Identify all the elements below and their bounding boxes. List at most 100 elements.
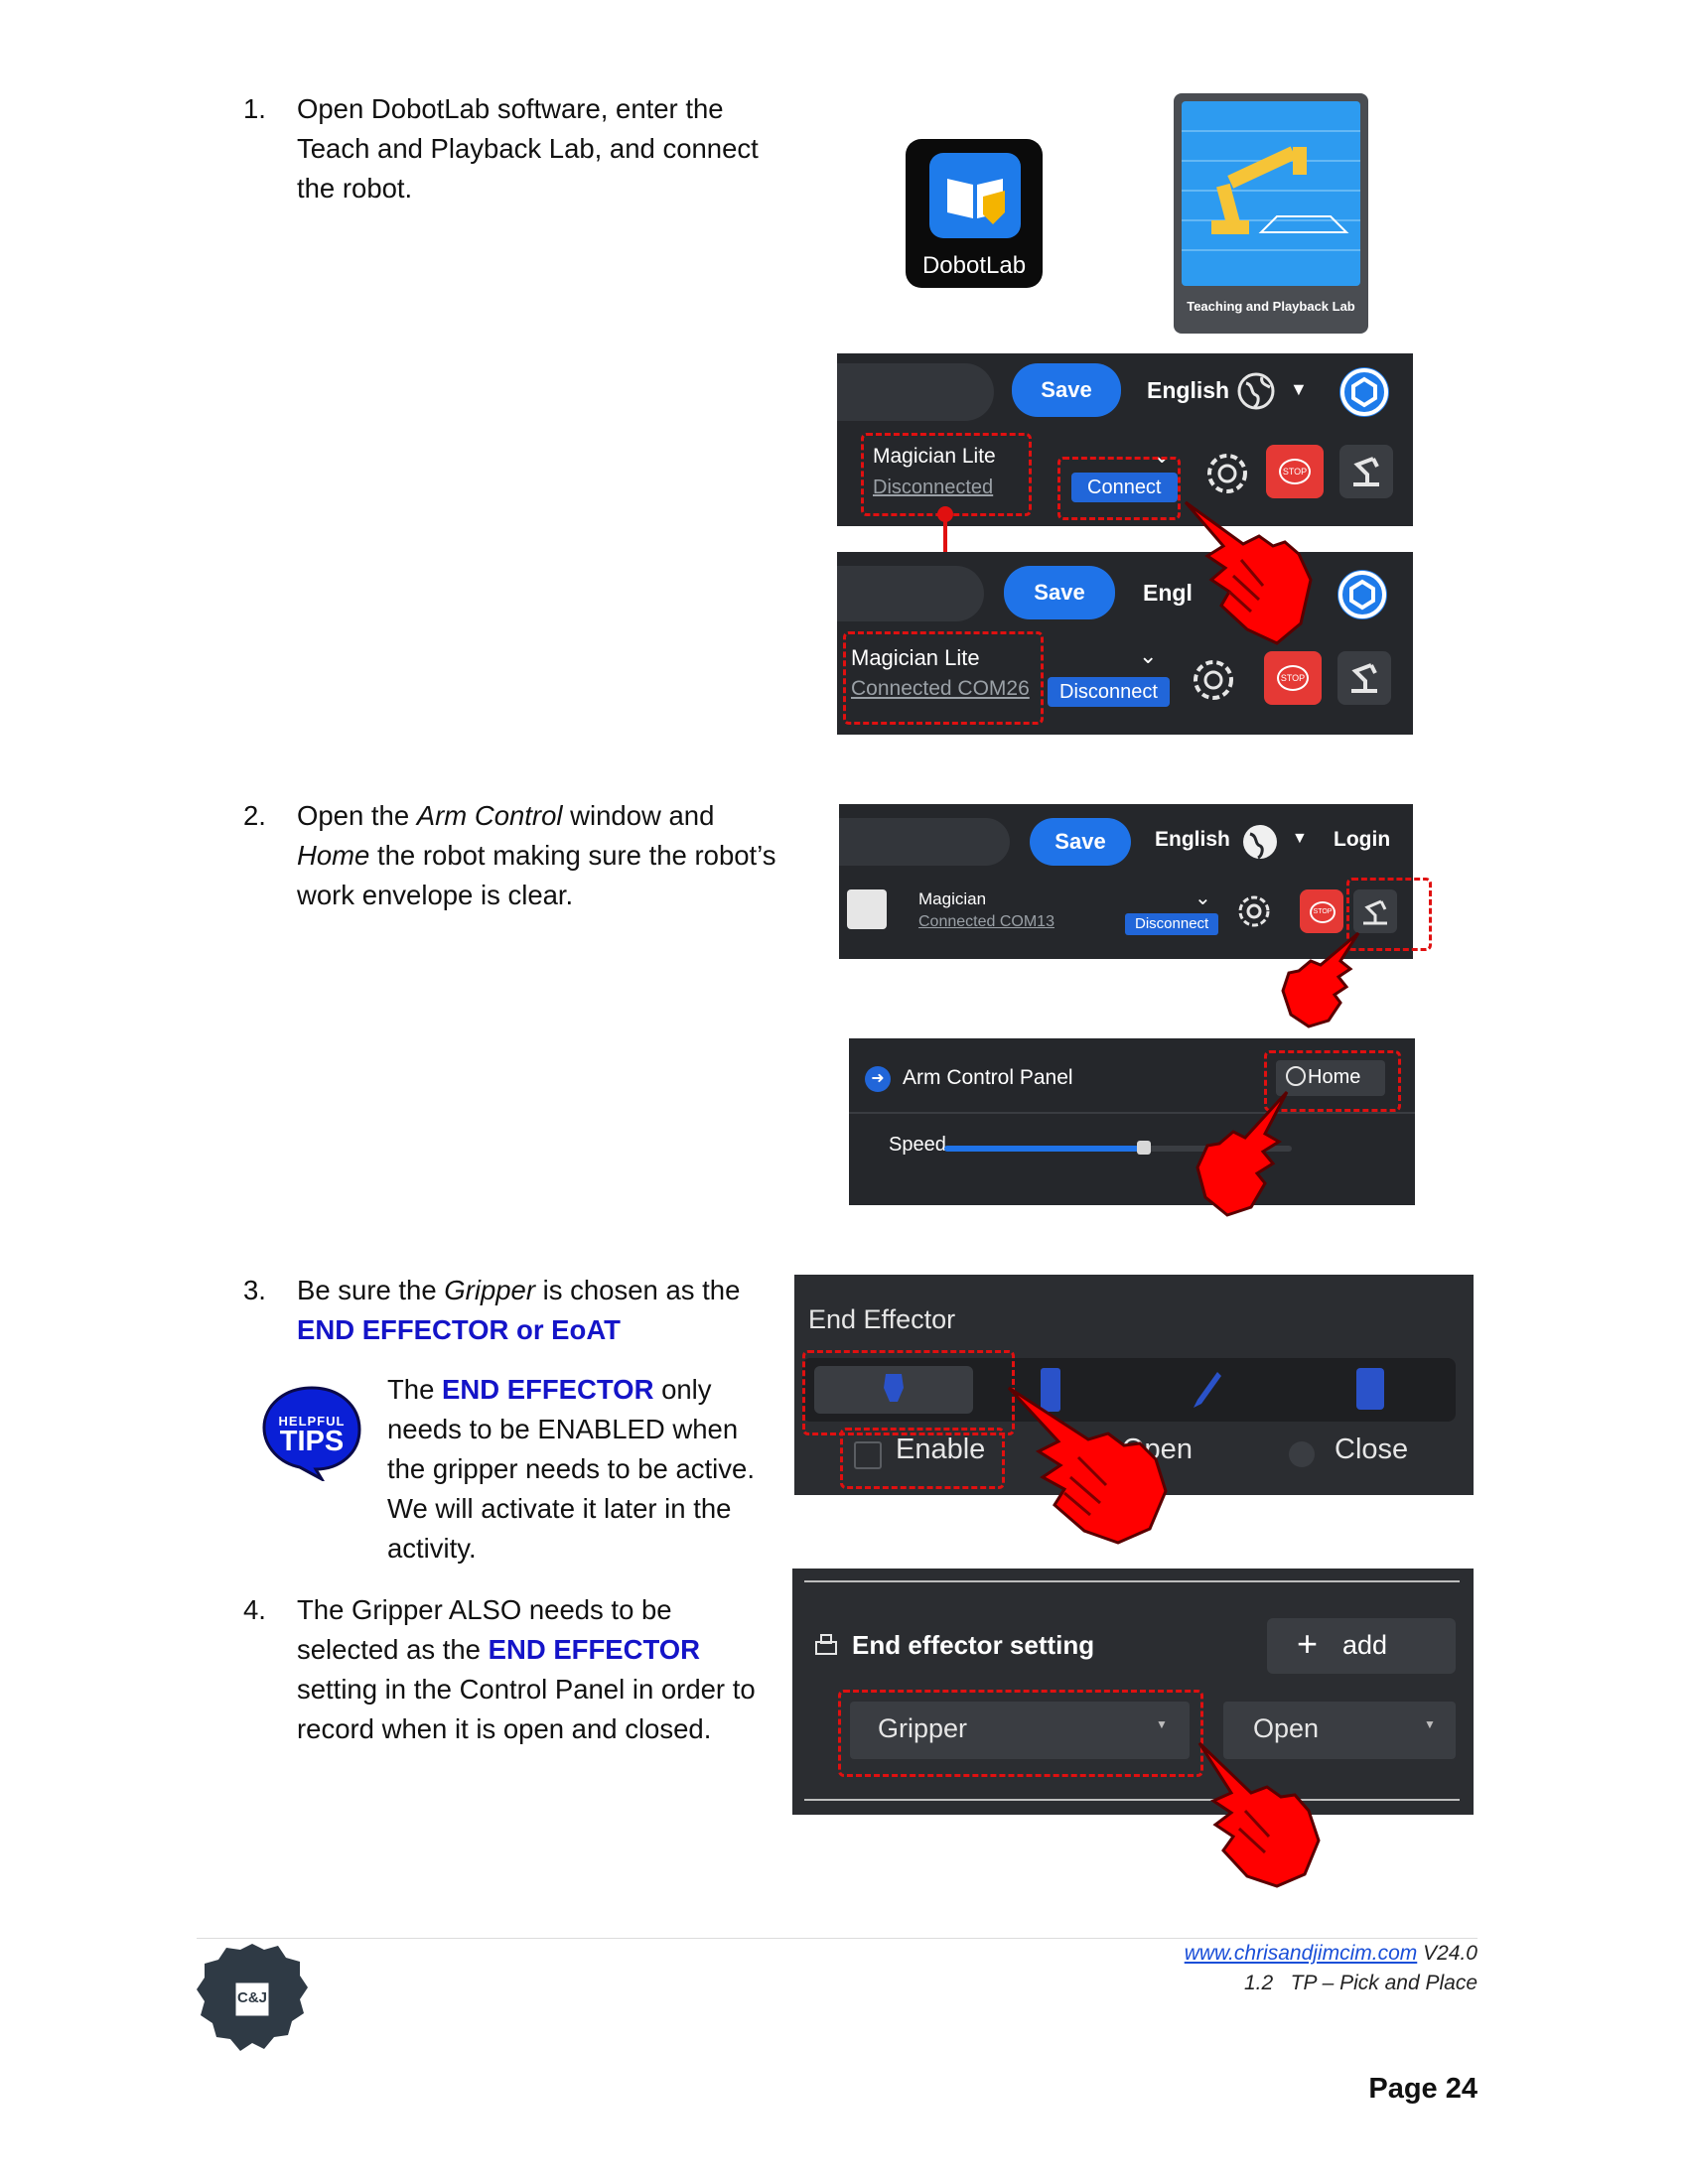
badge-main-text: TIPS xyxy=(279,1426,345,1457)
step-text: Be sure the Gripper is chosen as the END… xyxy=(297,1275,741,1345)
step-text: The Gripper ALSO needs to be selected as… xyxy=(297,1594,756,1744)
pen-tab-icon[interactable] xyxy=(1188,1370,1223,1410)
step-number: 3. xyxy=(243,1275,266,1305)
tool-icon xyxy=(812,1632,840,1660)
caret-down-icon: ▼ xyxy=(1156,1717,1168,1731)
enable-checkbox[interactable] xyxy=(854,1441,882,1469)
chevron-down-icon[interactable]: ▼ xyxy=(1290,379,1308,400)
robot-arm-icon[interactable] xyxy=(1339,445,1393,498)
footer-divider xyxy=(197,1938,1477,1939)
stop-label: STOP xyxy=(1279,459,1311,484)
end-effector-title: End Effector xyxy=(808,1304,956,1334)
settings-gear-icon[interactable] xyxy=(1234,891,1274,931)
step-number: 1. xyxy=(243,93,266,124)
stop-label: STOP xyxy=(1277,665,1309,691)
dobotlab-app-icon[interactable]: DobotLab xyxy=(906,139,1043,288)
settings-gear-icon[interactable] xyxy=(1189,655,1238,705)
connection-status: Connected COM26 xyxy=(851,677,1030,700)
app-icon-label: DobotLab xyxy=(921,252,1027,279)
search-bar[interactable] xyxy=(837,566,984,621)
pointing-hand-icon xyxy=(1196,1739,1323,1888)
home-label: Home xyxy=(1308,1066,1361,1088)
dobot-logo-icon[interactable] xyxy=(1339,367,1389,417)
dobot-logo-icon[interactable] xyxy=(1337,570,1387,619)
book-icon xyxy=(929,153,1021,238)
toolbar-screenshot-connected: Save Engl Magician Lite Connected COM26 … xyxy=(837,552,1413,735)
save-button[interactable]: Save xyxy=(1004,566,1115,619)
end-effector-setting-screenshot: End effector setting + add Gripper ▼ Ope… xyxy=(792,1569,1474,1815)
plus-icon: + xyxy=(1297,1623,1319,1664)
chevron-down-icon[interactable]: ⌄ xyxy=(1139,643,1157,669)
tip-text: The END EFFECTOR only needs to be ENABLE… xyxy=(387,1374,755,1564)
speed-slider-handle[interactable] xyxy=(1137,1141,1151,1155)
emergency-stop-button[interactable]: STOP xyxy=(1264,651,1322,705)
pointing-hand-icon xyxy=(1192,1088,1291,1219)
robot-arm-illustration-icon xyxy=(1182,101,1360,286)
setting-title: End effector setting xyxy=(852,1630,1095,1660)
step-1: 1. Open DobotLab software, enter the Tea… xyxy=(243,89,779,208)
chevron-down-icon[interactable]: ▼ xyxy=(1292,830,1308,848)
arm-control-panel-screenshot: ➜ Arm Control Panel Home Speed xyxy=(849,1038,1415,1205)
connect-button[interactable]: Connect xyxy=(1071,473,1178,502)
tile-label: Teaching and Playback Lab xyxy=(1187,299,1355,314)
robot-thumbnail-icon xyxy=(847,889,887,929)
step-text: Open DobotLab software, enter the Teach … xyxy=(297,93,759,204)
step-3: 3. Be sure the Gripper is chosen as the … xyxy=(243,1271,779,1350)
save-button[interactable]: Save xyxy=(1030,818,1131,866)
pointing-hand-icon xyxy=(1005,1382,1170,1545)
device-name: Magician Lite xyxy=(873,445,996,468)
gripper-tab[interactable] xyxy=(814,1366,973,1414)
globe-icon[interactable] xyxy=(1236,371,1276,411)
step-number: 4. xyxy=(243,1594,266,1625)
step-4: 4. The Gripper ALSO needs to be selected… xyxy=(243,1590,779,1749)
panel-divider xyxy=(849,1112,1415,1114)
home-button[interactable]: Home xyxy=(1276,1060,1385,1096)
device-name: Magician xyxy=(918,889,987,908)
step-2: 2. Open the Arm Control window and Home … xyxy=(243,796,779,915)
logo-text: C&J xyxy=(236,1989,267,2006)
disconnect-button[interactable]: Disconnect xyxy=(1125,913,1219,935)
caret-down-icon: ▼ xyxy=(1424,1717,1436,1731)
chevron-down-icon[interactable]: ⌄ xyxy=(1195,886,1211,910)
emergency-stop-button[interactable]: STOP xyxy=(1300,889,1343,933)
panel-title: Arm Control Panel xyxy=(903,1066,1073,1089)
enable-label: Enable xyxy=(896,1433,986,1465)
device-name-box: Magician Lite Disconnected xyxy=(861,433,1032,516)
globe-icon[interactable] xyxy=(1240,822,1280,862)
disconnect-button[interactable]: Disconnect xyxy=(1048,677,1170,707)
section-label: 1.2 TP – Pick and Place xyxy=(1243,1972,1477,1994)
login-link[interactable]: Login xyxy=(1334,828,1390,852)
stop-label: STOP xyxy=(1310,901,1336,923)
add-label: add xyxy=(1342,1630,1388,1660)
speed-slider-fill xyxy=(944,1146,1139,1152)
pointing-hand-icon xyxy=(1182,496,1321,645)
laser-tab-icon[interactable] xyxy=(1356,1368,1384,1410)
connection-status: Disconnected xyxy=(873,477,994,498)
cj-logo: C&J xyxy=(195,1940,310,2057)
tool-select[interactable]: Gripper ▼ xyxy=(850,1702,1190,1759)
robot-arm-icon[interactable] xyxy=(1337,651,1391,705)
version-label: V24.0 xyxy=(1423,1942,1477,1965)
search-bar[interactable] xyxy=(839,818,1010,866)
teaching-playback-lab-tile[interactable]: Teaching and Playback Lab xyxy=(1174,93,1368,334)
language-label[interactable]: English xyxy=(1147,377,1229,404)
close-radio[interactable] xyxy=(1289,1441,1315,1467)
page-number: Page 24 xyxy=(1368,2073,1477,2105)
website-link[interactable]: www.chrisandjimcim.com xyxy=(1185,1942,1418,1965)
add-button[interactable]: + add xyxy=(1267,1618,1456,1674)
search-bar[interactable] xyxy=(837,363,994,421)
connection-status: Connected COM13 xyxy=(918,913,1055,930)
settings-gear-icon[interactable] xyxy=(1202,449,1252,498)
save-button[interactable]: Save xyxy=(1012,363,1121,417)
home-target-icon xyxy=(1286,1066,1306,1086)
device-name: Magician Lite xyxy=(851,645,980,670)
top-divider xyxy=(804,1580,1460,1582)
speed-label: Speed xyxy=(889,1134,946,1156)
pointing-hand-icon xyxy=(1281,929,1362,1028)
toolbar-screenshot-disconnected: Save English ▼ Magician Lite Disconnecte… xyxy=(837,353,1413,526)
close-label[interactable]: Close xyxy=(1335,1433,1408,1466)
arrow-right-icon[interactable]: ➜ xyxy=(865,1066,891,1092)
language-label[interactable]: English xyxy=(1155,828,1230,852)
emergency-stop-button[interactable]: STOP xyxy=(1266,445,1324,498)
footer-url-line: www.chrisandjimcim.com V24.0 xyxy=(993,1942,1477,1966)
